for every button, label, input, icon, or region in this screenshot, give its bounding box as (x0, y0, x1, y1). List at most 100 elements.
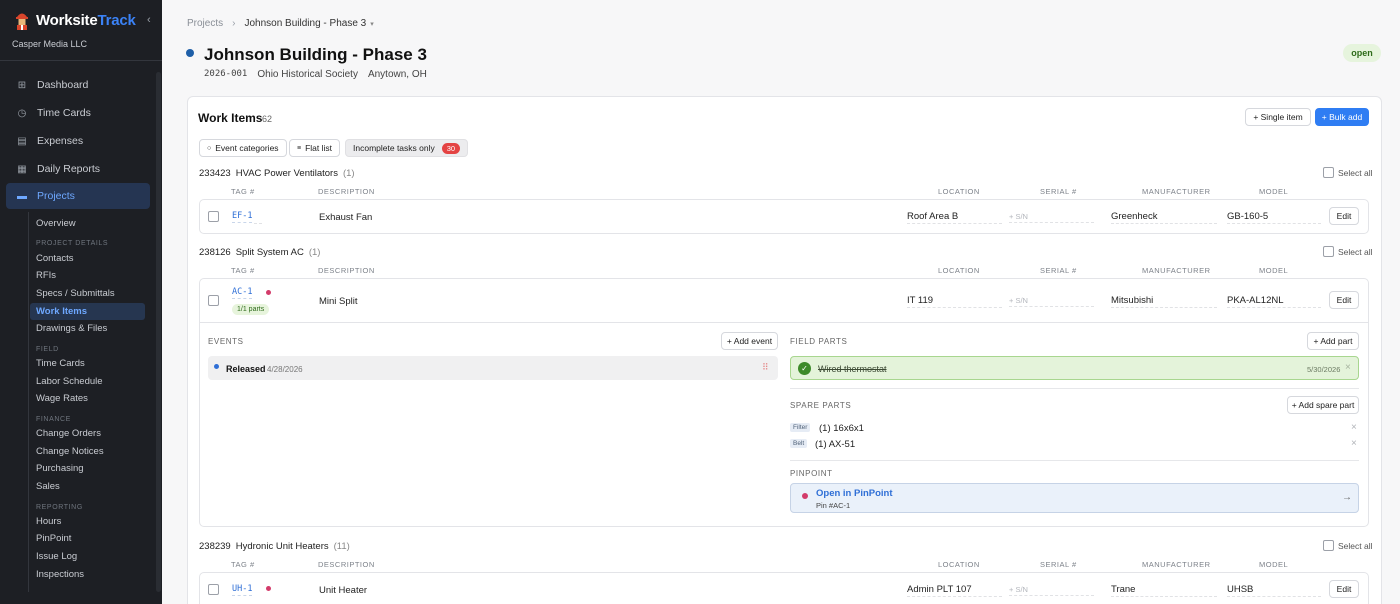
close-icon[interactable]: × (1351, 438, 1357, 449)
breadcrumb-projects[interactable]: Projects (187, 18, 223, 29)
open-pinpoint-link[interactable]: Open in PinPoint Pin #AC-1 → (790, 483, 1359, 513)
close-icon[interactable]: × (1351, 422, 1357, 433)
brand-name: WorksiteTrack (36, 11, 136, 29)
nav-daily-reports[interactable]: ▦ Daily Reports (6, 156, 150, 182)
edit-button[interactable]: Edit (1329, 291, 1359, 309)
drag-handle-icon[interactable]: ⠿ (762, 362, 769, 373)
item-model[interactable]: PKA-AL12NL (1227, 295, 1284, 306)
subnav-inspections[interactable]: Inspections (30, 566, 145, 583)
subnav-rail (28, 212, 29, 592)
subnav-overview[interactable]: Overview (30, 215, 145, 232)
subnav-specs-submittals[interactable]: Specs / Submittals (30, 285, 145, 302)
row-checkbox[interactable] (208, 211, 219, 222)
subnav-change-notices[interactable]: Change Notices (30, 443, 145, 460)
serial-input[interactable]: + S/N (1009, 212, 1094, 223)
project-location: Anytown, OH (367, 69, 427, 80)
bulk-add-button[interactable]: + Bulk add (1315, 108, 1369, 126)
subnav-sales[interactable]: Sales (30, 478, 145, 495)
subnav-labor-schedule[interactable]: Labor Schedule (30, 373, 145, 390)
col-location: LOCATION (938, 187, 980, 196)
filter-event-categories[interactable]: ○ Event categories (199, 139, 287, 157)
item-location[interactable]: Admin PLT 107 (907, 584, 972, 595)
serial-input[interactable]: + S/N (1009, 296, 1094, 307)
section-divider (790, 460, 1359, 461)
edit-button[interactable]: Edit (1329, 580, 1359, 598)
serial-input[interactable]: + S/N (1009, 585, 1094, 596)
chevron-down-icon[interactable]: ▾ (370, 20, 374, 28)
select-all-group-1[interactable]: Select all (1323, 167, 1373, 178)
pinpoint-label: PINPOINT (790, 469, 833, 478)
section-project-details: PROJECT DETAILS (36, 240, 109, 247)
collapse-sidebar-icon[interactable]: ‹ (147, 14, 151, 26)
event-date: 4/28/2026 (267, 365, 303, 374)
select-all-group-3[interactable]: Select all (1323, 540, 1373, 551)
nav-dashboard[interactable]: ⊞ Dashboard (6, 72, 150, 98)
table-row[interactable] (199, 199, 1369, 234)
subnav-change-orders[interactable]: Change Orders (30, 425, 145, 442)
nav-expenses[interactable]: ▤ Expenses (6, 128, 150, 154)
item-manufacturer[interactable]: Mitsubishi (1111, 295, 1153, 306)
add-event-button[interactable]: + Add event (721, 332, 778, 350)
close-icon[interactable]: × (1345, 362, 1351, 373)
work-items-count: 62 (262, 114, 273, 124)
subnav-pinpoint[interactable]: PinPoint (30, 530, 145, 547)
row-checkbox[interactable] (208, 584, 219, 595)
group-header-238239: 238239 Hydronic Unit Heaters (11) (199, 541, 350, 552)
subnav-contacts[interactable]: Contacts (30, 250, 145, 267)
item-manufacturer[interactable]: Greenheck (1111, 211, 1157, 222)
tag-link[interactable]: AC-1 (232, 287, 253, 299)
subnav-hours[interactable]: Hours (30, 513, 145, 530)
select-all-checkbox[interactable] (1323, 246, 1334, 257)
field-part-row[interactable]: ✓ Wired thermostat 5/30/2026 × (790, 356, 1359, 380)
item-description: Exhaust Fan (319, 212, 373, 223)
subnav-issue-log[interactable]: Issue Log (30, 548, 145, 565)
item-model[interactable]: UHSB (1227, 584, 1253, 595)
item-location[interactable]: Roof Area B (907, 211, 958, 222)
col-description: DESCRIPTION (318, 187, 375, 196)
col-model: MODEL (1259, 560, 1289, 569)
select-all-checkbox[interactable] (1323, 540, 1334, 551)
subnav-rfis[interactable]: RFIs (30, 267, 145, 284)
sidebar-scrollbar[interactable] (156, 72, 161, 592)
sidebar-divider (0, 60, 162, 61)
add-spare-part-button[interactable]: + Add spare part (1287, 396, 1359, 414)
subnav-wage-rates[interactable]: Wage Rates (30, 390, 145, 407)
col-model: MODEL (1259, 187, 1289, 196)
subnav-time-cards[interactable]: Time Cards (30, 355, 145, 372)
tag-link[interactable]: EF-1 (232, 211, 253, 223)
filter-flat-list[interactable]: ≡ Flat list (289, 139, 341, 157)
receipt-icon: ▤ (17, 135, 27, 147)
nav-time-cards[interactable]: ◷ Time Cards (6, 100, 150, 126)
field-part-date: 5/30/2026 (1307, 365, 1341, 374)
item-location[interactable]: IT 119 (907, 295, 933, 306)
col-manufacturer: MANUFACTURER (1142, 266, 1211, 275)
subnav-drawings-files[interactable]: Drawings & Files (30, 320, 145, 337)
item-manufacturer[interactable]: Trane (1111, 584, 1135, 595)
event-row[interactable]: Released 4/28/2026 ⠿ (208, 356, 778, 380)
section-field: FIELD (36, 346, 59, 353)
add-single-item-button[interactable]: + Single item (1245, 108, 1311, 126)
table-row[interactable] (199, 572, 1369, 604)
item-model[interactable]: GB-160-5 (1227, 211, 1268, 222)
filter-incomplete-only[interactable]: Incomplete tasks only 30 (345, 139, 469, 157)
tag-link[interactable]: UH-1 (232, 584, 253, 596)
check-icon[interactable]: ✓ (798, 362, 811, 375)
nav-projects[interactable]: ▬ Projects (6, 183, 150, 209)
add-part-button[interactable]: + Add part (1307, 332, 1359, 350)
edit-button[interactable]: Edit (1329, 207, 1359, 225)
brand[interactable]: WorksiteTrack (14, 10, 136, 30)
project-client: Ohio Historical Society (257, 69, 358, 80)
pinpoint-pin-id: Pin #AC-1 (816, 501, 851, 510)
folder-icon: ▬ (17, 190, 27, 202)
breadcrumb-current[interactable]: Johnson Building - Phase 3 (244, 18, 366, 29)
row-checkbox[interactable] (208, 295, 219, 306)
pinpoint-link-text: Open in PinPoint (816, 488, 893, 499)
select-all-checkbox[interactable] (1323, 167, 1334, 178)
subnav-work-items[interactable]: Work Items (30, 303, 145, 320)
col-serial: SERIAL # (1040, 266, 1077, 275)
col-description: DESCRIPTION (318, 560, 375, 569)
subnav-purchasing[interactable]: Purchasing (30, 460, 145, 477)
model-underline (1227, 307, 1321, 308)
select-all-group-2[interactable]: Select all (1323, 246, 1373, 257)
col-location: LOCATION (938, 266, 980, 275)
